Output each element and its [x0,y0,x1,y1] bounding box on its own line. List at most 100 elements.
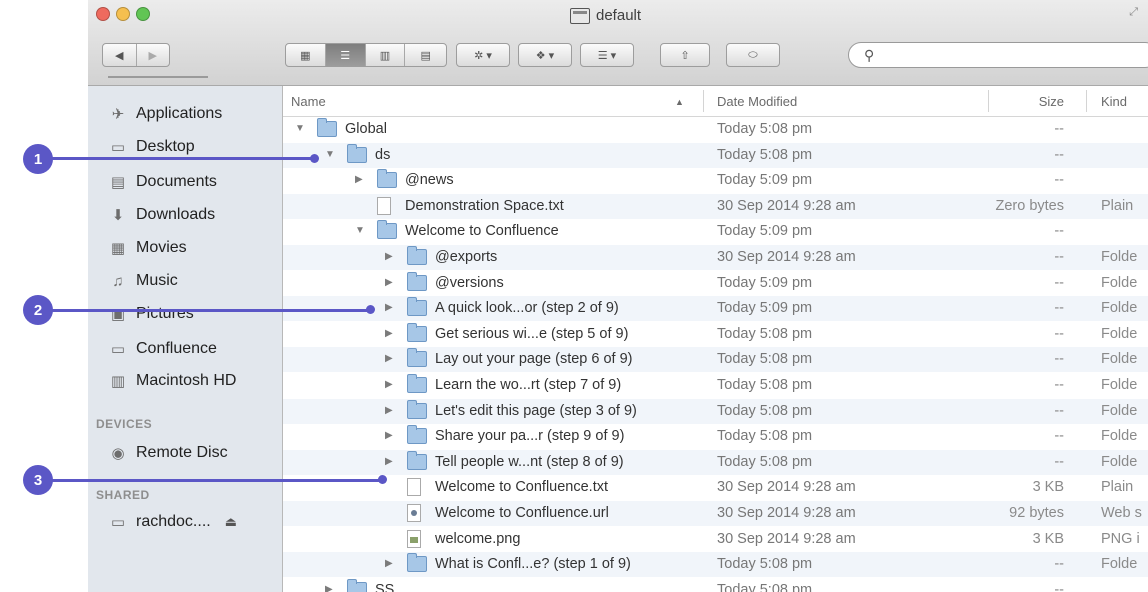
callout-2: 2 [23,295,53,325]
file-date-modified: Today 5:08 pm [717,453,813,470]
folder-icon [407,271,427,291]
file-row[interactable]: Demonstration Space.txt 30 Sep 2014 9:28 … [283,193,1148,219]
disclosure-collapsed-icon[interactable]: ▶ [385,277,393,288]
file-row[interactable]: Welcome to Confluence.url 30 Sep 2014 9:2… [283,501,1148,526]
disclosure-collapsed-icon[interactable]: ▶ [385,353,393,364]
file-kind: Folde [1101,274,1138,291]
file-name: Share your pa...r (step 9 of 9) [435,428,625,445]
disclosure-collapsed-icon[interactable]: ▶ [385,405,393,416]
action-button[interactable]: ✲ ▾ [456,43,510,67]
file-row[interactable]: ▶ Lay out your page (step 6 of 9) Today 5:… [283,347,1148,373]
file-row[interactable]: ▼ ds Today 5:08 pm -- [283,142,1148,168]
file-name: @news [405,172,454,189]
name-column-header[interactable]: Name [291,94,326,109]
file-name: Demonstration Space.txt [405,197,564,214]
file-name: Welcome to Confluence.url [435,505,609,521]
file-row[interactable]: ▶ @versions Today 5:09 pm -- Folde [283,271,1148,296]
disclosure-expanded-icon[interactable]: ▼ [355,225,365,236]
folder-icon [407,246,427,265]
file-row[interactable]: welcome.png 30 Sep 2014 9:28 am 3 KB PNG i [283,527,1148,552]
sidebar-item-music[interactable]: ♫ Music [108,269,177,293]
coverflow-view-button[interactable]: ▤ [405,44,446,66]
sidebar-item-macintosh-hd[interactable]: ▥ Macintosh HD [108,369,237,393]
folder-icon [407,399,427,419]
sidebar-item-movies[interactable]: ▦ Movies [108,236,187,260]
file-row[interactable]: ▶ @exports 30 Sep 2014 9:28 am -- Folde [283,245,1148,270]
close-window-icon[interactable] [96,7,110,21]
file-size: -- [1054,351,1064,368]
file-row[interactable]: ▶ SS Today 5:08 pm -- [283,578,1148,592]
devices-heading: DEVICES [96,417,153,431]
file-row[interactable]: ▶ Learn the wo...rt (step 7 of 9) Today 5:… [283,373,1148,398]
search-field[interactable]: ⚲ [848,42,1148,68]
arrange-button[interactable]: ☰ ▾ [580,43,634,67]
movies-icon: ▦ [110,240,126,257]
disclosure-expanded-icon[interactable]: ▼ [325,149,335,160]
kind-column-header[interactable]: Kind [1101,94,1127,109]
tags-button[interactable]: ⬭ [726,43,780,67]
disclosure-collapsed-icon[interactable]: ▶ [385,430,393,441]
sidebar: ✈ Applications ▭ Desktop ▤ Documents ⬇ D… [88,76,283,592]
column-view-button[interactable]: ▥ [366,44,406,66]
search-input[interactable] [883,46,1147,63]
disclosure-collapsed-icon[interactable]: ▶ [355,174,363,185]
file-row[interactable]: Welcome to Confluence.txt 30 Sep 2014 9:2… [283,475,1148,500]
sidebar-item-label: Documents [136,173,217,190]
desktop-icon: ▭ [110,139,126,156]
file-row[interactable]: ▶ @news Today 5:09 pm -- [283,168,1148,193]
title-bar: default ⤢ ◀ ▶ ▦ ☰ ▥ ▤ ✲ ▾ ❖ ▾ ☰ ▾ ⇧ ⬭ ⚲ [88,0,1148,86]
file-date-modified: Today 5:08 pm [717,351,813,368]
disclosure-collapsed-icon[interactable]: ▶ [385,379,393,390]
column-divider[interactable] [703,90,704,112]
file-row[interactable]: ▶ Let's edit this page (step 3 of 9) Today… [283,398,1148,424]
sidebar-item-label: Macintosh HD [136,372,237,389]
eject-icon[interactable]: ⏏ [225,514,237,530]
file-date-modified: Today 5:09 pm [717,274,813,291]
file-row[interactable]: ▼ Welcome to Confluence Today 5:09 pm -- [283,219,1148,244]
disclosure-collapsed-icon[interactable]: ▶ [385,251,393,262]
sidebar-item-applications[interactable]: ✈ Applications [108,102,223,126]
dropbox-button[interactable]: ❖ ▾ [518,43,572,67]
sidebar-item-label: Desktop [136,138,195,155]
icon-view-button[interactable]: ▦ [286,44,326,66]
column-divider[interactable] [988,90,989,112]
column-divider[interactable] [1086,90,1087,112]
back-button[interactable]: ◀ [103,44,137,66]
list-view-button[interactable]: ☰ [325,44,366,66]
disclosure-collapsed-icon[interactable]: ▶ [385,328,393,339]
sidebar-item-label: Applications [136,105,223,122]
zoom-window-icon[interactable] [136,7,150,21]
forward-button[interactable]: ▶ [137,44,170,66]
date-column-header[interactable]: Date Modified [717,94,797,109]
sidebar-item-documents[interactable]: ▤ Documents [108,170,217,194]
file-row[interactable]: ▼ Global Today 5:08 pm -- [283,117,1148,142]
share-button[interactable]: ⇧ [660,43,710,67]
file-row[interactable]: ▶ A quick look...or (step 2 of 9) Today 5:… [283,296,1148,322]
minimize-window-icon[interactable] [116,7,130,21]
music-icon: ♫ [112,272,124,290]
disclosure-expanded-icon[interactable]: ▼ [295,123,305,134]
file-row[interactable]: ▶ Share your pa...r (step 9 of 9) Today 5:… [283,424,1148,449]
text-file-icon [377,196,391,215]
sidebar-item-rachdoc[interactable]: ▭ rachdoc.... ⏏ [108,510,237,534]
file-size: -- [1054,300,1064,317]
file-date-modified: Today 5:08 pm [717,581,813,592]
fullscreen-icon[interactable]: ⤢ [1129,6,1138,19]
disclosure-collapsed-icon[interactable]: ▶ [325,584,333,592]
file-size: -- [1054,249,1064,265]
file-size: -- [1054,402,1064,419]
sidebar-item-downloads[interactable]: ⬇ Downloads [108,203,215,227]
file-row[interactable]: ▶ Tell people w...nt (step 8 of 9) Today 5… [283,449,1148,475]
file-row[interactable]: ▶ Get serious wi...e (step 5 of 9) Today 5… [283,322,1148,347]
sidebar-item-desktop[interactable]: ▭ Desktop [108,135,195,159]
sidebar-item-remote-disc[interactable]: ◉ Remote Disc [108,441,227,465]
disclosure-collapsed-icon[interactable]: ▶ [385,456,393,467]
file-row[interactable]: ▶ What is Confl...e? (step 1 of 9) Today 5… [283,552,1148,578]
file-name: Welcome to Confluence.txt [435,479,609,496]
size-column-header[interactable]: Size [1039,94,1064,109]
file-size: -- [1054,223,1064,240]
disclosure-collapsed-icon[interactable]: ▶ [385,302,393,313]
sidebar-item-confluence[interactable]: ▭ Confluence [108,337,217,361]
sidebar-item-pictures[interactable]: ▣ Pictures [108,302,194,326]
disclosure-collapsed-icon[interactable]: ▶ [385,558,393,569]
